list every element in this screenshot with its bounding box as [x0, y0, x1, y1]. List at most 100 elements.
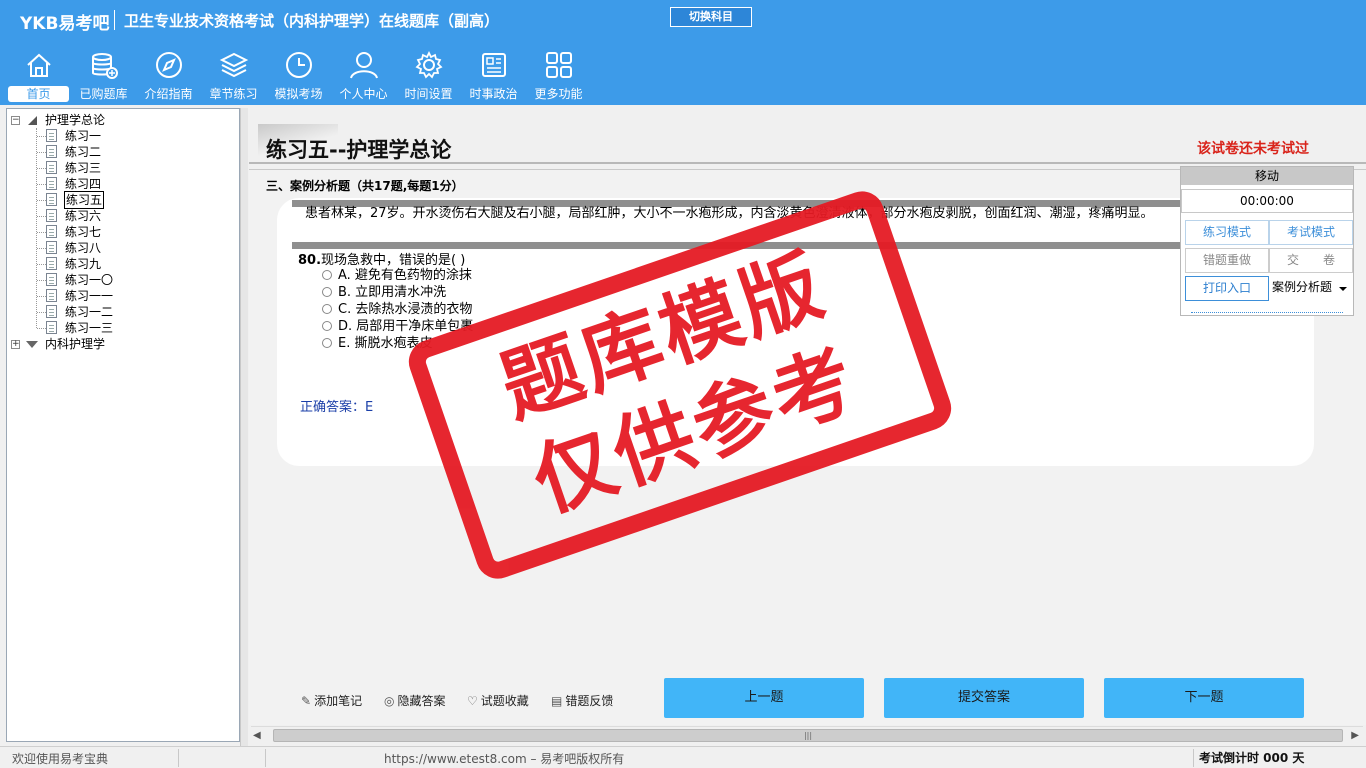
nav-purchased[interactable]: 已购题库	[71, 46, 136, 104]
add-note-tool[interactable]: ✎ 添加笔记	[301, 692, 362, 709]
pencil-icon: ✎	[301, 694, 312, 708]
tree-item-exercise[interactable]: 练习五	[63, 191, 105, 209]
user-icon	[350, 52, 378, 79]
tree-item-exercise[interactable]: 练习四	[65, 176, 101, 192]
nav-more[interactable]: 更多功能	[526, 46, 591, 104]
correct-answer: 正确答案：E	[300, 400, 374, 415]
redo-wrong-button[interactable]: 错题重做	[1185, 248, 1269, 273]
prev-question-button[interactable]: 上一题	[664, 678, 864, 718]
nav-mock-exam[interactable]: 模拟考场	[266, 46, 331, 104]
status-bar: 欢迎使用易考宝典 https://www.etest8.com – 易考吧版权所…	[0, 746, 1366, 768]
nav-politics[interactable]: 时事政治	[461, 46, 526, 104]
radio-button[interactable]	[322, 304, 332, 314]
document-icon	[46, 241, 57, 254]
submit-paper-button[interactable]: 交 卷	[1269, 248, 1353, 273]
folder-open-icon	[28, 116, 37, 125]
nav-label: 章节练习	[209, 87, 258, 101]
tree-guide-line	[37, 168, 46, 169]
tree-guide-line	[36, 128, 37, 328]
document-icon	[46, 225, 57, 238]
nav-chapter[interactable]: 章节练习	[201, 46, 266, 104]
nav-time-settings[interactable]: 时间设置	[396, 46, 461, 104]
status-divider	[1193, 749, 1194, 767]
splitter[interactable]	[240, 108, 248, 748]
tree-root-internal[interactable]: 内科护理学	[45, 336, 105, 352]
tree-item-exercise[interactable]: 练习八	[65, 240, 101, 256]
radio-button[interactable]	[322, 321, 332, 331]
tree-item-exercise[interactable]: 练习七	[65, 224, 101, 240]
move-handle[interactable]: 移动	[1181, 167, 1353, 185]
copyright-url: https://www.etest8.com – 易考吧版权所有	[384, 752, 625, 766]
tree-item-exercise[interactable]: 练习九	[65, 256, 101, 272]
tree-root-general[interactable]: 护理学总论	[45, 112, 105, 128]
expand-toggle[interactable]: +	[11, 340, 20, 349]
tree-item-exercise[interactable]: 练习一〇	[65, 272, 113, 288]
option-c[interactable]: C. 去除热水浸渍的衣物	[322, 301, 472, 318]
control-panel: 移动 00:00:00 练习模式 考试模式 错题重做 交 卷 打印入口 案例分析…	[1180, 166, 1354, 316]
radio-button[interactable]	[322, 270, 332, 280]
heart-icon: ♡	[467, 694, 478, 708]
nav-home[interactable]: 首页	[6, 46, 71, 104]
nav-label: 更多功能	[534, 87, 583, 101]
nav-label: 首页	[8, 86, 69, 102]
folder-closed-icon	[26, 341, 38, 348]
question-type-select[interactable]: 案例分析题	[1269, 276, 1353, 301]
news-icon	[482, 53, 506, 77]
document-icon	[46, 161, 57, 174]
print-button[interactable]: 打印入口	[1185, 276, 1269, 301]
option-b[interactable]: B. 立即用清水冲洗	[322, 284, 446, 301]
tree-guide-line	[37, 248, 46, 249]
next-question-button[interactable]: 下一题	[1104, 678, 1304, 718]
app-title: 卫生专业技术资格考试（内科护理学）在线题库（副高）	[124, 12, 500, 30]
home-icon	[27, 53, 51, 77]
nav-label: 个人中心	[339, 87, 388, 101]
radio-button[interactable]	[322, 338, 332, 348]
document-icon	[46, 129, 57, 142]
status-divider	[178, 749, 179, 767]
tree-item-exercise[interactable]: 练习三	[65, 160, 101, 176]
question-text: 现场急救中，错误的是( )	[321, 253, 466, 268]
question-stem: 80.现场急救中，错误的是( )	[298, 249, 465, 268]
collapse-toggle[interactable]: −	[11, 116, 20, 125]
nav-label: 介绍指南	[144, 87, 193, 101]
tool-label: 试题收藏	[480, 694, 529, 708]
eye-icon: ◎	[384, 694, 395, 708]
status-divider	[265, 749, 266, 767]
scroll-thumb[interactable]: |||	[273, 729, 1343, 742]
nav-guide[interactable]: 介绍指南	[136, 46, 201, 104]
tree-item-exercise[interactable]: 练习一三	[65, 320, 113, 336]
tree-guide-line	[37, 296, 46, 297]
brand-divider	[114, 10, 115, 30]
timer-display: 00:00:00	[1181, 189, 1353, 213]
scroll-right-icon[interactable]: ▶	[1351, 730, 1359, 741]
tree-item-exercise[interactable]: 练习一	[65, 128, 101, 144]
gear-icon	[415, 50, 443, 79]
panel-scroll-indicator	[1191, 312, 1343, 313]
tree-item-exercise[interactable]: 练习一一	[65, 288, 113, 304]
clock-icon	[286, 52, 312, 78]
horizontal-scrollbar[interactable]: ◀ ||| ▶	[251, 726, 1363, 744]
chapter-tree: − 护理学总论 练习一 练习二 练习三 练习四 练习五 练习六 练习七 练习八 练习九 练习一〇 练习一…	[6, 108, 240, 742]
tree-item-exercise[interactable]: 练习一二	[65, 304, 113, 320]
countdown-text: 考试倒计时 000 天	[1199, 751, 1305, 765]
tree-guide-line	[37, 312, 46, 313]
favorite-tool[interactable]: ♡ 试题收藏	[467, 692, 529, 709]
scroll-left-icon[interactable]: ◀	[253, 730, 261, 741]
practice-mode-button[interactable]: 练习模式	[1185, 220, 1269, 245]
document-icon	[46, 209, 57, 222]
exam-mode-button[interactable]: 考试模式	[1269, 220, 1353, 245]
tree-guide-line	[37, 264, 46, 265]
submit-answer-button[interactable]: 提交答案	[884, 678, 1084, 718]
tree-item-exercise[interactable]: 练习二	[65, 144, 101, 160]
switch-subject-button[interactable]: 切换科目	[670, 7, 752, 27]
nav-profile[interactable]: 个人中心	[331, 46, 396, 104]
hide-answer-tool[interactable]: ◎ 隐藏答案	[384, 692, 446, 709]
tree-guide-line	[37, 328, 46, 329]
feedback-tool[interactable]: ▤ 错题反馈	[551, 692, 613, 709]
radio-button[interactable]	[322, 287, 332, 297]
nav-label: 时事政治	[469, 87, 518, 101]
option-a[interactable]: A. 避免有色药物的涂抹	[322, 267, 472, 284]
tool-label: 添加笔记	[314, 694, 363, 708]
tree-item-exercise[interactable]: 练习六	[65, 208, 101, 224]
app-header: YKB易考吧 卫生专业技术资格考试（内科护理学）在线题库（副高） 切换科目 首页…	[0, 0, 1366, 105]
